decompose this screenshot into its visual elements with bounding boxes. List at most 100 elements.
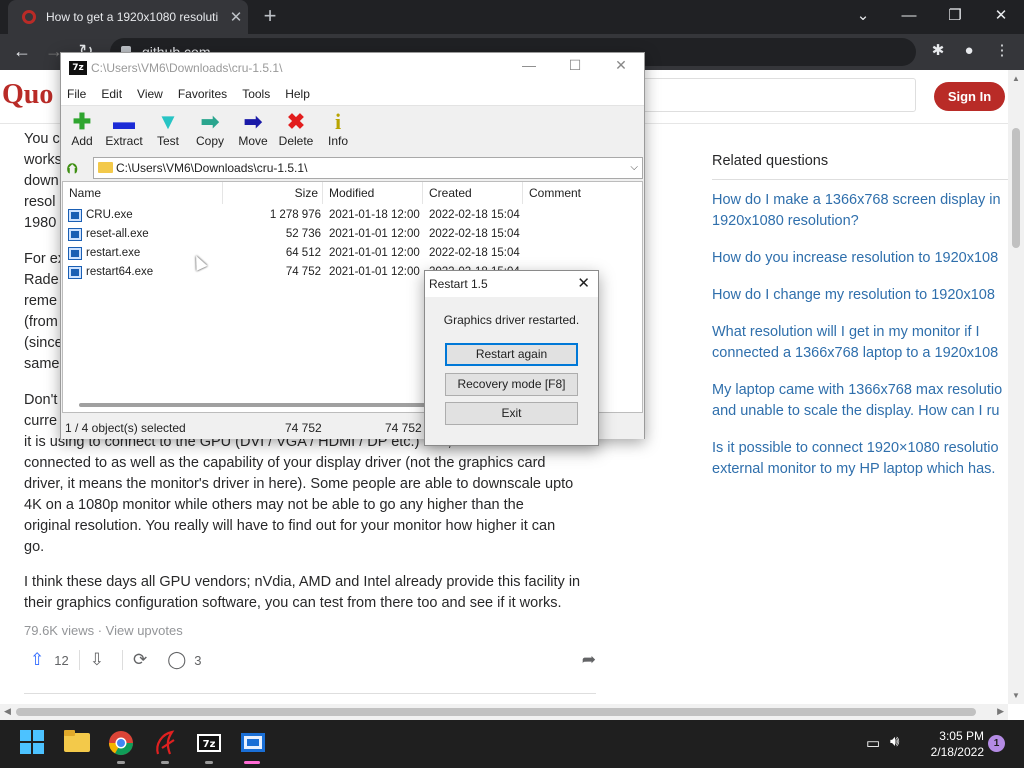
7zip-address-input[interactable]: C:\Users\VM6\Downloads\cru-1.5.1\ ⌵ (93, 157, 643, 179)
file-row[interactable]: restart.exe 64 512 2021-01-01 12:00 2022… (63, 244, 643, 263)
exit-button[interactable]: Exit (445, 402, 578, 425)
7zip-close-button[interactable]: ✕ (601, 57, 641, 74)
extract-button[interactable]: ▬ Extract (100, 109, 148, 149)
extensions-puzzle-icon[interactable]: ✱ (926, 40, 950, 64)
cru-app-icon[interactable] (152, 730, 178, 756)
running-indicator (117, 761, 125, 764)
tab-search-chevron-icon[interactable]: ⌄ (840, 0, 886, 34)
column-name[interactable]: Name (63, 182, 223, 204)
browser-menu-icon[interactable]: ⋮ (990, 40, 1014, 64)
network-icon[interactable]: ▭ (866, 734, 892, 760)
back-button[interactable]: ← (10, 40, 34, 64)
scroll-right-arrow-icon[interactable]: ▶ (997, 706, 1004, 717)
dialog-title: Restart 1.5 (429, 277, 488, 291)
quora-favicon-icon (22, 10, 36, 24)
scroll-up-arrow-icon[interactable]: ▲ (1012, 74, 1020, 83)
start-windows-icon[interactable] (20, 730, 46, 756)
restore-button[interactable]: ❐ (932, 0, 978, 34)
address-dropdown-icon[interactable]: ⌵ (630, 158, 638, 178)
folder-icon (98, 162, 113, 173)
share-arrow-icon[interactable]: ➦ (582, 650, 596, 670)
menu-file[interactable]: File (67, 87, 86, 101)
related-question[interactable]: How do I change my resolution to 1920x10… (712, 285, 1008, 306)
scrollbar-thumb[interactable] (16, 708, 976, 716)
selection-size-total: 74 752 (385, 421, 422, 435)
sign-in-button[interactable]: Sign In (934, 82, 1005, 111)
quora-search-input[interactable] (640, 78, 916, 112)
menu-edit[interactable]: Edit (101, 87, 122, 101)
delete-button[interactable]: ✖ Delete (272, 110, 320, 149)
add-button[interactable]: ✚ Add (58, 109, 106, 149)
extract-minus-icon: ▬ (113, 109, 135, 134)
volume-icon[interactable]: 🔊︎ (890, 733, 916, 759)
related-question[interactable]: How do I make a 1366x768 screen display … (712, 190, 1008, 232)
menu-favorites[interactable]: Favorites (178, 87, 227, 101)
column-modified[interactable]: Modified (323, 182, 423, 204)
minimize-button[interactable]: — (886, 0, 932, 34)
copy-button[interactable]: ➡ Copy (186, 110, 234, 149)
related-question[interactable]: How do you increase resolution to 1920x1… (712, 248, 1008, 269)
dialog-close-icon[interactable]: ✕ (577, 271, 590, 297)
answer-body-text: it is using to connect to the GPU (DVI /… (24, 434, 574, 555)
related-questions: Related questions How do I make a 1366x7… (712, 153, 1012, 496)
7zip-minimize-button[interactable]: — (509, 57, 549, 73)
info-button[interactable]: i Info (314, 110, 362, 149)
browser-tab[interactable]: How to get a 1920x1080 resoluti ✕ (8, 0, 248, 34)
folder-up-icon[interactable]: ⮉ (67, 160, 78, 177)
browser-tabstrip: How to get a 1920x1080 resoluti ✕ + ⌄ — … (0, 0, 1024, 34)
file-row[interactable]: CRU.exe 1 278 976 2021-01-18 12:00 2022-… (63, 206, 643, 225)
recovery-mode-button[interactable]: Recovery mode [F8] (445, 373, 578, 396)
comment-count: 3 (194, 652, 202, 668)
exe-file-icon (68, 209, 82, 222)
scrollbar-thumb[interactable] (1012, 128, 1020, 248)
selection-size: 74 752 (285, 421, 322, 435)
related-question[interactable]: My laptop came with 1366x768 max resolut… (712, 380, 1008, 422)
dialog-message: Graphics driver restarted. (443, 313, 580, 327)
file-row[interactable]: reset-all.exe 52 736 2021-01-01 12:00 20… (63, 225, 643, 244)
selection-status: 1 / 4 object(s) selected (65, 421, 186, 435)
notification-badge[interactable]: 1 (988, 735, 1005, 752)
dialog-titlebar[interactable]: Restart 1.5 ✕ (425, 271, 598, 297)
action-divider (78, 650, 80, 670)
column-created[interactable]: Created (423, 182, 523, 204)
page-horizontal-scrollbar[interactable]: ◀ ▶ (0, 704, 1008, 720)
column-size[interactable]: Size (223, 182, 323, 204)
related-heading: Related questions (712, 153, 1012, 180)
7zip-maximize-button[interactable]: ☐ (555, 57, 595, 74)
close-tab-icon[interactable]: ✕ (224, 8, 248, 26)
menu-view[interactable]: View (137, 87, 163, 101)
new-tab-button[interactable]: + (258, 4, 282, 30)
downvote-arrow-icon[interactable]: ⇩ (90, 650, 104, 670)
scroll-down-arrow-icon[interactable]: ▼ (1012, 691, 1020, 700)
tab-title: How to get a 1920x1080 resoluti (46, 10, 219, 24)
move-button[interactable]: ➡ Move (229, 110, 277, 149)
restart-app-taskbar-icon[interactable] (240, 730, 266, 756)
taskbar: 7z ▭ 🔊︎ 3:05 PM 2/18/2022 1 (0, 720, 1024, 768)
running-indicator (161, 761, 169, 764)
column-comment[interactable]: Comment (523, 182, 644, 204)
7zip-taskbar-icon[interactable]: 7z (196, 730, 222, 756)
system-clock[interactable]: 3:05 PM 2/18/2022 (914, 728, 984, 760)
upvote-arrow-icon[interactable]: ⇧ (30, 650, 44, 670)
related-question[interactable]: Is it possible to connect 1920×1080 reso… (712, 438, 1008, 480)
views-count[interactable]: 79.6K views · View upvotes (24, 623, 183, 638)
file-explorer-folder-icon[interactable] (64, 730, 90, 756)
menu-help[interactable]: Help (285, 87, 310, 101)
quora-logo[interactable]: Quo (2, 79, 53, 111)
menu-tools[interactable]: Tools (242, 87, 270, 101)
clock-time: 3:05 PM (939, 729, 984, 743)
test-button[interactable]: ▼ Test (144, 110, 192, 149)
add-plus-icon: ✚ (72, 109, 92, 134)
close-window-button[interactable]: ✕ (978, 0, 1024, 34)
related-question[interactable]: What resolution will I get in my monitor… (712, 322, 1008, 364)
comment-icon[interactable]: ◯ (167, 650, 186, 670)
restart-again-button[interactable]: Restart again (445, 343, 578, 366)
share-loop-icon[interactable]: ⟳ (133, 650, 147, 670)
exe-file-icon (68, 228, 82, 241)
7zip-titlebar[interactable]: 7z C:\Users\VM6\Downloads\cru-1.5.1\ — ☐… (61, 53, 644, 83)
file-list-scrollbar[interactable] (79, 403, 439, 407)
scroll-left-arrow-icon[interactable]: ◀ (4, 706, 11, 717)
chrome-browser-icon[interactable] (108, 730, 134, 756)
profile-avatar-icon[interactable]: ● (957, 40, 981, 64)
page-vertical-scrollbar[interactable]: ▲ ▼ (1008, 70, 1024, 704)
